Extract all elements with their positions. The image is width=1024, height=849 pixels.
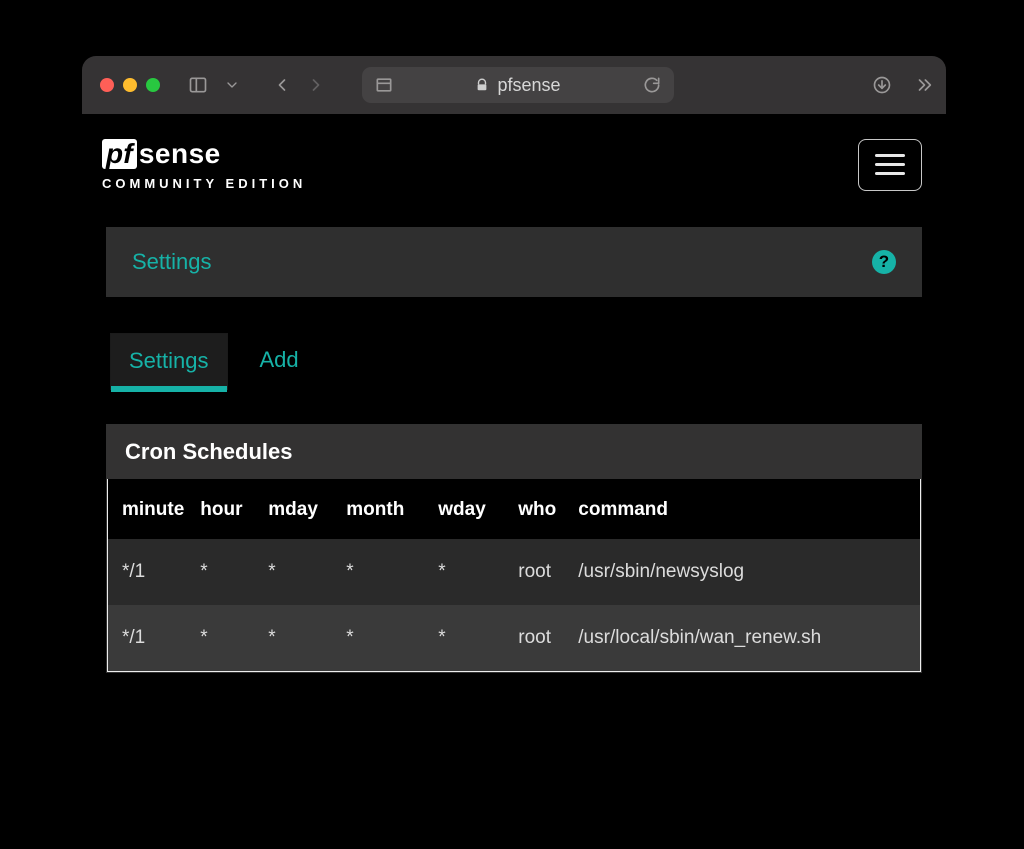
header-hour: hour: [192, 479, 260, 539]
cell-hour: *: [192, 605, 260, 671]
cell-minute: */1: [108, 539, 192, 605]
header-wday: wday: [430, 479, 510, 539]
page-heading-panel: Settings ?: [106, 227, 922, 297]
table-row[interactable]: */1****root/usr/local/sbin/wan_renew.sh: [108, 605, 920, 671]
header-mday: mday: [260, 479, 338, 539]
address-bar-site: pfsense: [394, 75, 642, 96]
settings-heading-link[interactable]: Settings: [132, 249, 212, 275]
address-bar-host: pfsense: [497, 75, 560, 96]
window-close-icon[interactable]: [100, 78, 114, 92]
logo-subtitle: COMMUNITY EDITION: [102, 176, 306, 191]
table-row[interactable]: */1****root/usr/sbin/newsyslog: [108, 539, 920, 605]
tab-dropdown-icon[interactable]: [220, 73, 244, 97]
cell-mday: *: [260, 539, 338, 605]
logo-word: sense: [139, 138, 221, 170]
cron-table-title: Cron Schedules: [107, 425, 921, 479]
cell-month: *: [338, 605, 430, 671]
header-month: month: [338, 479, 430, 539]
page-content: pf sense COMMUNITY EDITION Settings ? Se…: [82, 114, 946, 724]
cell-who: root: [510, 539, 570, 605]
logo-box: pf: [102, 139, 137, 169]
window-zoom-icon[interactable]: [146, 78, 160, 92]
reader-mode-icon[interactable]: [374, 75, 394, 95]
cell-command: /usr/local/sbin/wan_renew.sh: [570, 605, 920, 671]
reload-icon[interactable]: [642, 75, 662, 95]
pfsense-logo[interactable]: pf sense COMMUNITY EDITION: [102, 138, 306, 191]
tab-add[interactable]: Add: [256, 333, 303, 390]
cell-month: *: [338, 539, 430, 605]
header-minute: minute: [108, 479, 192, 539]
tab-bar: Settings Add: [106, 333, 922, 390]
cell-wday: *: [430, 605, 510, 671]
sidebar-toggle-icon[interactable]: [186, 73, 210, 97]
browser-toolbar: pfsense: [82, 56, 946, 114]
cell-minute: */1: [108, 605, 192, 671]
help-icon[interactable]: ?: [872, 250, 896, 274]
nav-forward-icon[interactable]: [304, 73, 328, 97]
menu-toggle-button[interactable]: [858, 139, 922, 191]
cell-hour: *: [192, 539, 260, 605]
window-controls: [100, 78, 160, 92]
address-bar[interactable]: pfsense: [362, 67, 674, 103]
header-command: command: [570, 479, 920, 539]
overflow-icon[interactable]: [912, 75, 932, 95]
cell-who: root: [510, 605, 570, 671]
app-header: pf sense COMMUNITY EDITION: [82, 114, 946, 197]
tab-settings[interactable]: Settings: [110, 333, 228, 390]
browser-window: pfsense pf sense COMMUNITY EDI: [82, 56, 946, 724]
downloads-icon[interactable]: [872, 75, 892, 95]
window-minimize-icon[interactable]: [123, 78, 137, 92]
cell-command: /usr/sbin/newsyslog: [570, 539, 920, 605]
cron-table: minute hour mday month wday who command …: [108, 479, 920, 671]
cron-table-card: Cron Schedules minute hour mday month wd…: [106, 424, 922, 673]
header-who: who: [510, 479, 570, 539]
lock-icon: [475, 78, 489, 92]
cron-table-header-row: minute hour mday month wday who command: [108, 479, 920, 539]
nav-back-icon[interactable]: [270, 73, 294, 97]
cell-mday: *: [260, 605, 338, 671]
cell-wday: *: [430, 539, 510, 605]
